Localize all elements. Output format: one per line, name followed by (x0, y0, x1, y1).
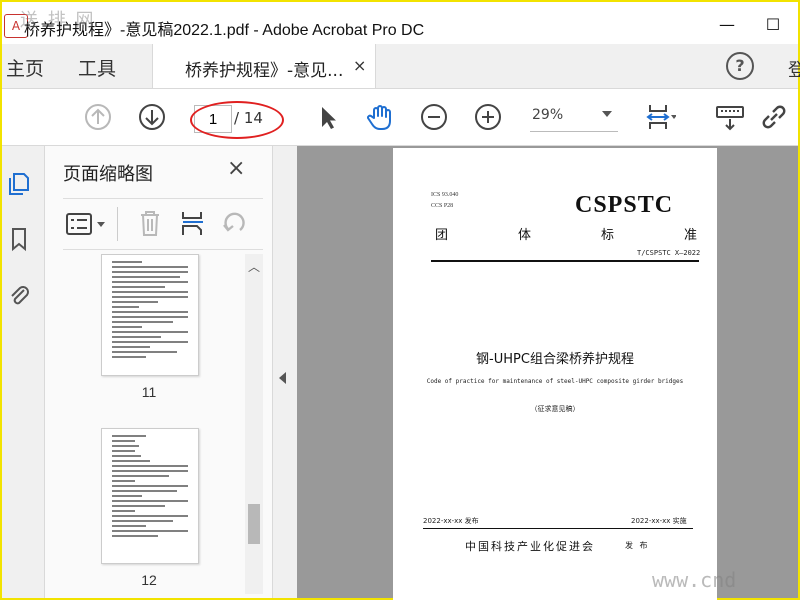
page-thumbnails-icon[interactable] (6, 170, 32, 196)
tab-bar: 主页 工具 桥养护规程》-意见... × ? 登 (2, 44, 800, 89)
fit-page-icon[interactable] (644, 101, 676, 133)
implementation-date: 2022-xx-xx 实施 (631, 517, 687, 525)
toolbar: / 14 29% (2, 89, 798, 146)
keyboard-icon[interactable] (714, 101, 746, 133)
minimize-button[interactable]: — (712, 10, 742, 40)
pdf-page: ICS 93.040 CCS P28 CSPSTC 团 体 标 准 T/CSPS… (393, 148, 717, 600)
document-view[interactable]: ICS 93.040 CCS P28 CSPSTC 团 体 标 准 T/CSPS… (297, 146, 798, 600)
collapse-panel-icon[interactable] (279, 372, 286, 384)
rotate-page-icon[interactable] (221, 209, 249, 237)
left-rail (2, 146, 45, 598)
zoom-value[interactable]: 29% (532, 107, 563, 123)
document-title-cn: 钢-UHPC组合梁桥养护规程 (476, 352, 634, 367)
top-rule (431, 260, 699, 262)
zoom-in-icon[interactable] (472, 101, 504, 133)
panel-title: 页面缩略图 (63, 164, 153, 185)
tab-tools[interactable]: 工具 (78, 54, 116, 81)
page-number-annotation-circle (190, 101, 284, 139)
brand-mark: CSPSTC (575, 192, 674, 218)
watermark-top-left: 送 排 网 (20, 10, 96, 31)
share-link-icon[interactable] (758, 101, 790, 133)
thumbnail-scrollbar[interactable]: ︿ (245, 254, 263, 594)
close-panel-button[interactable]: × (227, 156, 245, 181)
thumbnail-page-11[interactable] (101, 254, 199, 376)
draft-note: （征求意见稿） (530, 405, 580, 413)
zoom-underline (530, 131, 618, 132)
next-page-icon[interactable] (136, 101, 168, 133)
standard-type-char: 团 (435, 228, 449, 243)
hand-tool-icon[interactable] (364, 101, 396, 133)
ccs-code: CCS P28 (431, 203, 454, 209)
options-menu-icon[interactable] (65, 211, 109, 237)
watermark-bottom-right: www.cnd (652, 568, 737, 592)
zoom-out-icon[interactable] (418, 101, 450, 133)
standard-type-char: 标 (600, 228, 614, 243)
thumbnail-page-number: 12 (141, 572, 157, 588)
publish-label: 发 布 (625, 541, 650, 550)
select-tool-icon[interactable] (312, 101, 344, 133)
thumbnail-list: 11 12 (63, 254, 243, 594)
document-title-en: Code of practice for maintenance of stee… (426, 378, 684, 385)
standard-number: T/CSPSTC X—2022 (637, 249, 701, 257)
issue-date: 2022-xx-xx 发布 (423, 517, 479, 525)
standard-type: 团 体 标 准 (435, 224, 697, 243)
panel-toolbar (63, 198, 263, 250)
thumbnail-panel: 页面缩略图 × 11 12 ︿ (45, 146, 273, 598)
scroll-up-icon[interactable]: ︿ (248, 258, 260, 275)
sign-in-link[interactable]: 登 (788, 56, 800, 82)
maximize-button[interactable]: ☐ (758, 10, 788, 40)
publisher-org: 中国科技产业化促进会 (465, 540, 595, 553)
document-tab-label: 桥养护规程》-意见... (185, 61, 344, 81)
tab-home[interactable]: 主页 (6, 54, 44, 81)
tab-document[interactable]: 桥养护规程》-意见... × (152, 44, 376, 88)
standard-type-char: 准 (683, 228, 697, 243)
insert-page-icon[interactable] (179, 209, 207, 237)
ics-code: ICS 93.040 (431, 192, 459, 198)
thumbnail-page-number: 11 (141, 384, 157, 400)
standard-type-char: 体 (517, 228, 531, 243)
help-icon[interactable]: ? (726, 52, 754, 80)
title-bar: A 桥养护规程》-意见稿2022.1.pdf - Adobe Acrobat P… (2, 2, 798, 46)
bookmark-icon[interactable] (6, 226, 32, 252)
attachment-icon[interactable] (6, 282, 32, 308)
bottom-rule (423, 528, 693, 529)
delete-page-icon[interactable] (137, 209, 163, 237)
close-tab-button[interactable]: × (353, 56, 366, 75)
thumbnail-page-12[interactable] (101, 428, 199, 564)
previous-page-icon[interactable] (82, 101, 114, 133)
zoom-dropdown-icon[interactable] (602, 111, 612, 117)
tool-separator (117, 207, 118, 241)
scrollbar-thumb[interactable] (248, 504, 260, 544)
